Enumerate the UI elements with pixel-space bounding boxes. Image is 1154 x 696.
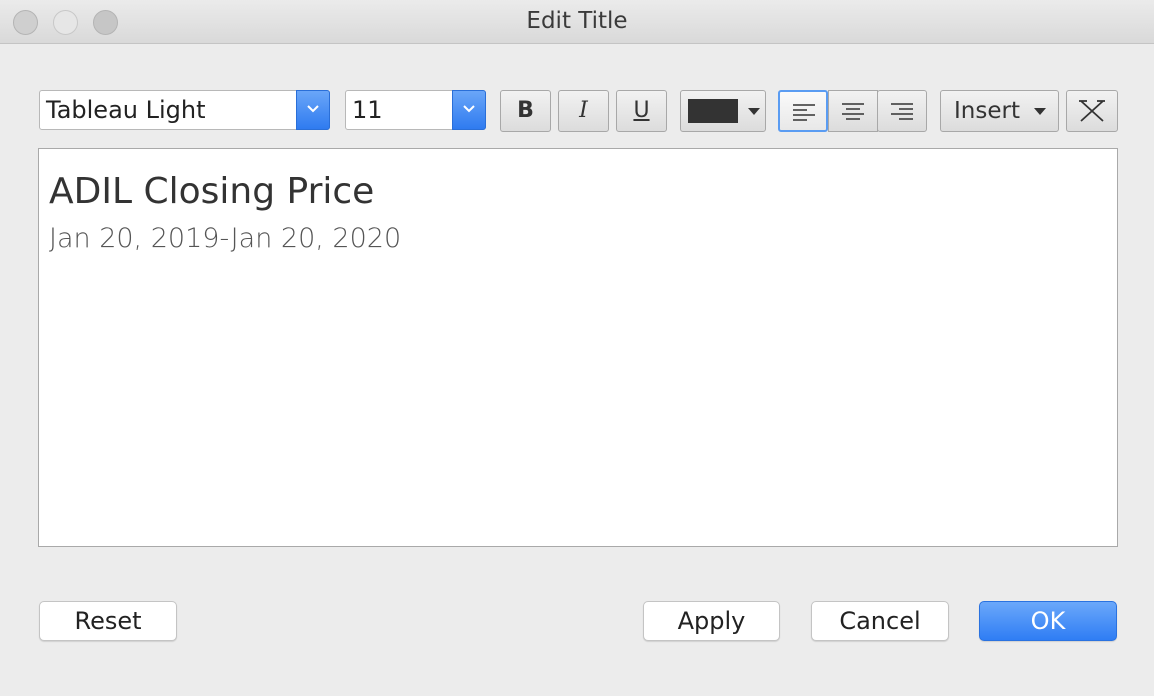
- window-title: Edit Title: [526, 8, 628, 34]
- font-size-value: 11: [352, 96, 383, 124]
- align-center-button[interactable]: [828, 90, 878, 132]
- font-size-select[interactable]: 11: [345, 90, 486, 130]
- underline-button[interactable]: U: [616, 90, 667, 132]
- title-bar: Edit Title: [0, 0, 1154, 44]
- font-family-value: Tableau Light: [46, 96, 206, 124]
- caret-down-icon: [748, 108, 760, 115]
- title-line-2[interactable]: Jan 20, 2019-Jan 20, 2020: [49, 223, 401, 254]
- caret-down-icon: [1034, 108, 1046, 115]
- insert-menu-button[interactable]: Insert: [940, 90, 1059, 132]
- chevron-down-icon[interactable]: [452, 90, 486, 130]
- italic-icon: I: [579, 98, 588, 123]
- align-left-button[interactable]: [778, 90, 828, 132]
- align-right-button[interactable]: [877, 90, 927, 132]
- color-swatch: [688, 99, 738, 123]
- text-color-picker[interactable]: [680, 90, 766, 132]
- cancel-button[interactable]: Cancel: [811, 601, 949, 641]
- clear-format-icon: [1079, 100, 1105, 122]
- bold-icon: B: [517, 98, 534, 123]
- insert-label: Insert: [954, 98, 1020, 124]
- title-line-1[interactable]: ADIL Closing Price: [49, 171, 374, 212]
- align-left-icon: [793, 104, 815, 121]
- font-family-select[interactable]: Tableau Light: [39, 90, 330, 130]
- title-editor[interactable]: ADIL Closing Price Jan 20, 2019-Jan 20, …: [38, 148, 1118, 547]
- chevron-down-icon[interactable]: [296, 90, 330, 130]
- align-center-icon: [842, 103, 864, 120]
- apply-button[interactable]: Apply: [643, 601, 780, 641]
- edit-title-dialog: Edit Title Tableau Light 11 B I U Insert…: [0, 0, 1154, 696]
- italic-button[interactable]: I: [558, 90, 609, 132]
- ok-button[interactable]: OK: [979, 601, 1117, 641]
- reset-button[interactable]: Reset: [39, 601, 177, 641]
- align-right-icon: [891, 103, 913, 120]
- underline-icon: U: [633, 98, 650, 123]
- clear-formatting-button[interactable]: [1066, 90, 1118, 132]
- bold-button[interactable]: B: [500, 90, 551, 132]
